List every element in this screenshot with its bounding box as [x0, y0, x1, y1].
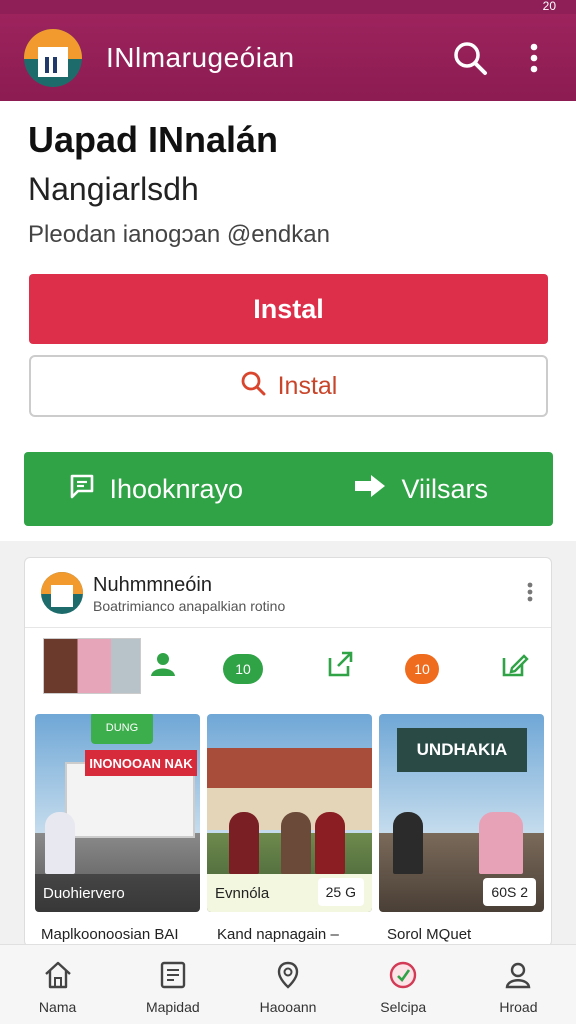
search-icon: [240, 370, 266, 403]
forward-arrow-icon: [353, 473, 387, 506]
card-actions: 10 10: [25, 628, 551, 708]
document-icon: [157, 959, 189, 991]
app-bar: INlmarugeóian: [0, 0, 576, 101]
more-vert-icon[interactable]: [512, 36, 556, 80]
card-thumbnail[interactable]: [43, 638, 141, 694]
gallery-tile-village[interactable]: Evnnóla 25 G: [207, 714, 372, 912]
tile-tag: DUNG: [91, 714, 153, 744]
person-icon[interactable]: [143, 650, 183, 678]
nav-item-location[interactable]: Haooann: [230, 945, 345, 1024]
card-more-icon[interactable]: [525, 580, 535, 604]
truck-banner-text: INONOOAN NAK: [85, 750, 197, 776]
green-count-pill[interactable]: 10: [223, 654, 263, 684]
green-count: 10: [235, 661, 251, 677]
nav-item-profile[interactable]: Hroad: [461, 945, 576, 1024]
tile-badge: 60S 2: [483, 878, 536, 906]
card-avatar-icon: [41, 572, 83, 614]
card-header: Nuhmmneóin Boatrimianco anapalkian rotin…: [25, 558, 551, 628]
person-figure: [281, 812, 311, 874]
profile-icon: [502, 959, 534, 991]
edit-icon[interactable]: [495, 650, 535, 678]
app-title: INlmarugeóian: [106, 41, 295, 73]
nav-item-document[interactable]: Mapidad: [115, 945, 230, 1024]
hero-subtitle: Nangiarlsdh: [28, 171, 199, 207]
app-logo-icon: [24, 28, 82, 87]
status-bar: 20: [0, 0, 576, 14]
hero-description: Pleodan ianogɔan @endkan: [28, 221, 330, 248]
install-button-label: Instal: [253, 293, 324, 324]
chat-icon: [69, 473, 95, 506]
person-figure: [315, 812, 345, 874]
house-roof: [207, 748, 372, 788]
person-figure: [479, 812, 523, 874]
gallery-caption-2: Kand napnagain –: [217, 926, 339, 943]
tile-badge: 25 G: [317, 878, 364, 906]
orange-count: 10: [414, 661, 430, 677]
search-install-label: Instal: [277, 371, 338, 400]
tile-caption: Duohiervero: [35, 874, 200, 912]
nav-label: Mapidad: [145, 999, 200, 1015]
gallery-caption-1: Maplkoonoosian BAI: [41, 926, 179, 943]
card-title: Nuhmmneóin: [93, 574, 212, 596]
gallery-tile-truck[interactable]: INONOOAN NAK DUNG Duohiervero: [35, 714, 200, 912]
gallery-tile-shop[interactable]: UNDHAKIA 60S 2: [379, 714, 544, 912]
hero-title: Uapad INnalán: [28, 119, 279, 160]
install-button[interactable]: Instal: [29, 274, 548, 344]
gallery-captions: Maplkoonoosian BAI Kand napnagain – Soro…: [25, 918, 551, 946]
share-button[interactable]: Viilsars: [289, 452, 554, 526]
nav-label: Hroad: [499, 999, 538, 1015]
nav-item-settings[interactable]: Selcipa: [346, 945, 461, 1024]
green-action-bar: Ihooknrayo Viilsars: [24, 452, 553, 526]
gallery-caption-3: Sorol MQuet: [387, 926, 472, 943]
share-button-label: Viilsars: [401, 473, 489, 504]
settings-badge-icon: [387, 959, 419, 991]
bottom-nav: Nama Mapidad Haooann Selcipa Hroad: [0, 944, 576, 1024]
person-figure: [45, 812, 75, 874]
person-figure: [393, 812, 423, 874]
nav-label: Selcipa: [380, 999, 427, 1015]
shop-sign: UNDHAKIA: [397, 728, 527, 772]
message-button-label: Ihooknrayo: [109, 473, 244, 504]
main-content: Uapad INnalán Nangiarlsdh Pleodan ianogɔ…: [0, 101, 576, 541]
map-pin-icon: [272, 959, 304, 991]
person-figure: [229, 812, 259, 874]
nav-label: Nama: [38, 999, 77, 1015]
nav-item-home[interactable]: Nama: [0, 945, 115, 1024]
search-install-button[interactable]: Instal: [29, 355, 548, 417]
status-time: 20: [542, 0, 556, 13]
card-subtitle: Boatrimianco anapalkian rotino: [93, 598, 286, 614]
orange-count-pill[interactable]: 10: [405, 654, 439, 684]
search-icon[interactable]: [448, 36, 492, 80]
share-box-icon[interactable]: [321, 650, 361, 678]
nav-label: Haooann: [259, 999, 317, 1015]
image-gallery: INONOOAN NAK DUNG Duohiervero Evnnóla 25…: [35, 714, 545, 912]
home-icon: [42, 959, 74, 991]
message-button[interactable]: Ihooknrayo: [24, 452, 289, 526]
post-card: Nuhmmneóin Boatrimianco anapalkian rotin…: [24, 557, 552, 947]
